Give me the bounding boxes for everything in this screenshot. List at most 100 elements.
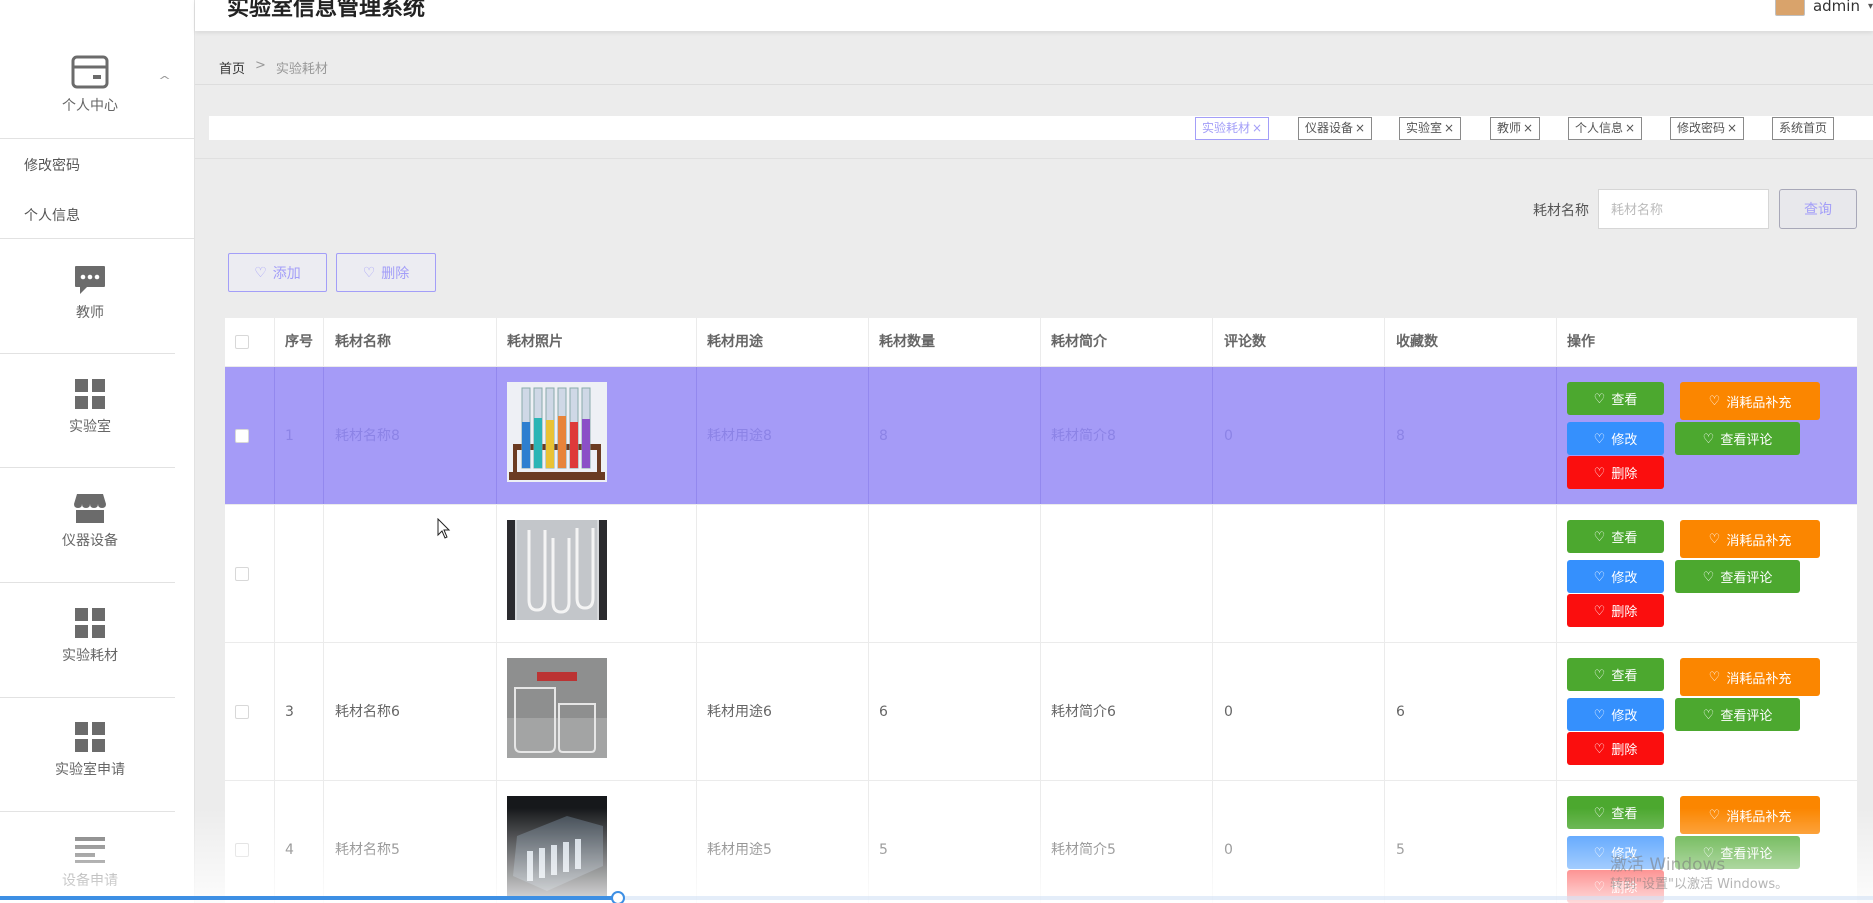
card-icon [71,55,109,89]
close-icon[interactable]: × [1444,121,1454,135]
heart-icon: ♡ [1593,804,1606,820]
chevron-up-icon[interactable]: ^ [158,74,171,87]
tag-lab[interactable]: 实验室 × [1399,117,1462,140]
caret-down-icon: ▾ [1867,0,1873,12]
close-icon[interactable]: × [1523,121,1533,135]
row-checkbox[interactable] [235,567,249,581]
select-all-checkbox[interactable] [235,335,249,349]
sidebar-item-label: 仪器设备 [62,533,118,549]
search-label: 耗材名称 [1533,203,1589,219]
close-icon[interactable]: × [1355,121,1365,135]
close-icon[interactable]: × [1727,121,1737,135]
tag-consumables[interactable]: 实验耗材 × [1195,117,1270,140]
shop-icon [74,494,106,523]
column-header: 耗材数量 [879,334,935,350]
sidebar-subitem-personal-info[interactable]: 个人信息 [24,205,80,225]
tag-instruments[interactable]: 仪器设备 × [1298,117,1373,140]
sidebar-item-personal-center[interactable]: 个人中心 [0,55,180,115]
top-header: 实验室信息管理系统 admin ▾ [195,0,1873,31]
view-comments-button[interactable]: ♡ 查看评论 [1675,422,1800,455]
batch-delete-button[interactable]: ♡ 删除 [336,253,436,292]
view-comments-button[interactable]: ♡ 查看评论 [1675,560,1800,593]
close-icon[interactable]: × [1625,121,1635,135]
sidebar-item-lab-application[interactable]: 实验室申请 [0,721,180,779]
sidebar-item-consumables[interactable]: 实验耗材 [0,607,180,665]
breadcrumb-home[interactable]: 首页 [219,58,245,77]
tag-personal-info[interactable]: 个人信息 × [1568,117,1643,140]
heart-icon: ♡ [1593,528,1606,544]
cell-name: 耗材名称8 [335,428,400,444]
view-button[interactable]: ♡ 查看 [1567,520,1664,553]
delete-button[interactable]: ♡ 删除 [1567,456,1664,489]
view-button[interactable]: ♡ 查看 [1567,382,1664,415]
cell-comments: 0 [1224,704,1233,720]
cell-favorites: 8 [1396,428,1405,444]
row-checkbox[interactable] [235,429,249,443]
sidebar: 个人中心 ^ 修改密码 个人信息 教师 实验室 仪器设备 实验耗材 实验室申请 … [0,0,195,903]
search-input[interactable] [1598,189,1769,229]
supply-button[interactable]: ♡ 消耗品补充 [1680,658,1820,696]
cell-usage: 耗材用途5 [707,842,772,858]
sidebar-item-equipment-application[interactable]: 设备申请 [0,836,180,890]
search-button[interactable]: 查询 [1779,189,1857,229]
sidebar-subitem-change-password[interactable]: 修改密码 [24,155,80,175]
tag-change-password[interactable]: 修改密码 × [1670,117,1745,140]
close-icon[interactable]: × [1252,121,1262,135]
tag-label: 系统首页 [1779,121,1828,135]
sidebar-item-lab[interactable]: 实验室 [0,378,180,436]
app-title: 实验室信息管理系统 [227,0,426,21]
edit-button[interactable]: ♡ 修改 [1567,698,1664,731]
cell-index: 4 [285,842,294,858]
heart-icon: ♡ [1702,430,1715,446]
cell-quantity: 6 [879,704,888,720]
windows-activation-watermark: 激活 Windows 转到"设置"以激活 Windows。 [1610,855,1788,895]
chat-bubble-icon [75,266,105,294]
cell-quantity: 5 [879,842,888,858]
heart-icon: ♡ [1702,706,1715,722]
edit-button[interactable]: ♡ 修改 [1567,560,1664,593]
edit-label: 修改 [1611,570,1638,585]
view-button[interactable]: ♡ 查看 [1567,796,1664,829]
beakers-photo [507,658,607,758]
sidebar-item-label: 教师 [76,305,104,321]
table-row[interactable]: 3 耗材名称6 耗材用途6 6 耗材简介6 0 6 ♡ 查看 ♡ 消耗品补充 ♡ 修改… [225,643,1857,781]
cell-usage: 耗材用途6 [707,704,772,720]
cell-favorites: 6 [1396,704,1405,720]
supply-label: 消耗品补充 [1726,808,1792,824]
divider [0,697,175,698]
grid-icon [75,379,105,409]
sidebar-item-teacher[interactable]: 教师 [0,264,180,322]
supply-label: 消耗品补充 [1726,670,1792,686]
heart-icon: ♡ [1593,706,1606,722]
supply-button[interactable]: ♡ 消耗品补充 [1680,796,1820,834]
cell-index: 1 [285,428,294,444]
supply-label: 消耗品补充 [1726,394,1792,410]
mouse-cursor-icon [437,518,451,539]
heart-icon: ♡ [1593,390,1606,406]
view-button[interactable]: ♡ 查看 [1567,658,1664,691]
column-header: 耗材名称 [335,334,391,350]
video-progress-handle[interactable] [611,891,626,903]
heart-icon: ♡ [1593,430,1606,446]
heart-icon: ♡ [1593,602,1606,618]
column-header: 耗材照片 [507,334,563,350]
row-checkbox[interactable] [235,705,249,719]
tag-home[interactable]: 系统首页 [1772,117,1835,140]
table-row[interactable]: 1 耗材名称8 耗材用途8 8 耗材简介8 0 8 ♡ 查看 ♡ 消耗品补充 ♡… [225,367,1857,505]
supply-button[interactable]: ♡ 消耗品补充 [1680,520,1820,558]
add-button[interactable]: ♡ 添加 [228,253,327,292]
comment-label: 查看评论 [1720,570,1773,585]
edit-button[interactable]: ♡ 修改 [1567,422,1664,455]
sidebar-item-instruments[interactable]: 仪器设备 [0,492,180,550]
supply-button[interactable]: ♡ 消耗品补充 [1680,382,1820,420]
tag-teacher[interactable]: 教师 × [1490,117,1541,140]
table-row[interactable]: ♡ 查看 ♡ 消耗品补充 ♡ 修改 ♡ 查看评论 ♡ 删除 [225,505,1857,643]
heart-icon: ♡ [1708,393,1721,408]
user-menu[interactable]: admin ▾ [1774,0,1873,16]
view-comments-button[interactable]: ♡ 查看评论 [1675,698,1800,731]
delete-button[interactable]: ♡ 删除 [1567,594,1664,627]
delete-button[interactable]: ♡ 删除 [1567,732,1664,765]
heart-icon: ♡ [1593,464,1606,480]
row-checkbox[interactable] [235,843,249,857]
column-header: 耗材简介 [1051,334,1107,350]
